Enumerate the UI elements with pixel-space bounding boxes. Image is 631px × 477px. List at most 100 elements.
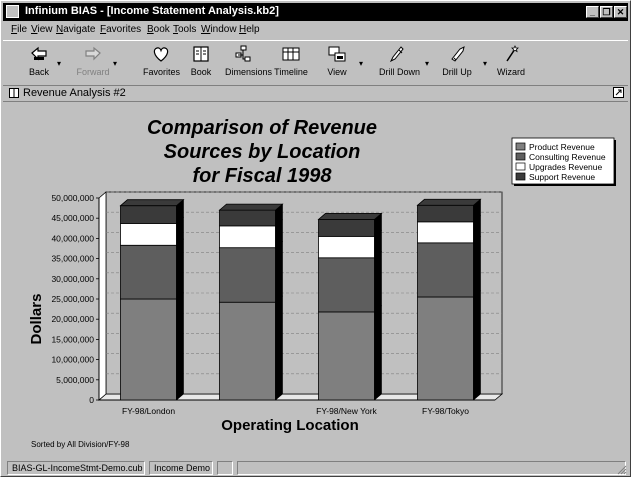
drill-down-icon [389, 46, 404, 63]
plot-area: 0 5,000,000 10,000,000 15,000,000 20,000,000… [51, 191, 504, 416]
wizard-icon [506, 45, 519, 62]
book-icon [193, 46, 209, 62]
legend-label: Support Revenue [529, 172, 595, 182]
forward-label: Forward [76, 67, 110, 77]
wizard-button[interactable]: Wizard [493, 45, 529, 77]
legend-swatch [515, 142, 526, 151]
forward-dropdown-arrow-icon[interactable]: ▾ [113, 59, 117, 68]
y-tick-label: 20,000,000 [51, 314, 94, 324]
bar-segment [120, 205, 177, 224]
timeline-icon [282, 47, 300, 61]
bar-segment-side [275, 241, 283, 303]
bar-segment-side [176, 292, 184, 401]
title-bar[interactable]: Infinium BIAS - [Income Statement Analys… [3, 3, 628, 21]
legend-label: Consulting Revenue [529, 152, 606, 162]
dimensions-icon [235, 45, 251, 62]
forward-button[interactable]: Forward ▾ [75, 45, 117, 77]
close-button[interactable]: ✕ [614, 6, 627, 18]
bar-segment [219, 301, 276, 401]
drill-up-label: Drill Up [442, 67, 472, 77]
app-icon[interactable] [6, 5, 19, 18]
dimensions-label: Dimensions [225, 67, 273, 77]
chart-area: Comparison of Revenue Sources by Locatio… [3, 102, 628, 458]
y-tick-label: 30,000,000 [51, 274, 94, 284]
menu-bar: File View Navigate Favorites Book Tools … [3, 22, 628, 39]
bar-segment-side [473, 290, 481, 401]
x-axis-label: Operating Location [221, 417, 359, 434]
view-icon [328, 46, 346, 62]
timeline-button[interactable]: Timeline [273, 45, 309, 77]
status-cube-name: BIAS-GL-IncomeStmt-Demo.cub [7, 461, 145, 475]
chart-title-line-3: for Fiscal 1998 [193, 165, 333, 187]
menu-navigate[interactable]: Navigate [56, 24, 95, 35]
bar-segment-side [374, 251, 382, 313]
drill-up-dropdown-arrow-icon[interactable]: ▾ [483, 59, 487, 68]
y-tick-label: 10,000,000 [51, 355, 94, 365]
y-tick-label: 50,000,000 [51, 193, 94, 203]
view-label: View [327, 67, 347, 77]
drill-down-button[interactable]: Drill Down ▾ [379, 45, 429, 77]
x-tick-label: FY-98/London [122, 406, 175, 416]
bar-top [218, 203, 284, 211]
bar-segment [318, 311, 375, 401]
legend-label: Product Revenue [529, 142, 595, 152]
y-tick-label: 5,000,000 [56, 375, 94, 385]
document-book-icon [9, 88, 19, 98]
drill-down-dropdown-arrow-icon[interactable]: ▾ [425, 59, 429, 68]
bar-segment-side [473, 236, 481, 298]
y-tick-label: 15,000,000 [51, 334, 94, 344]
status-message-panel [237, 461, 626, 475]
bar-segment [417, 204, 474, 223]
drill-up-icon [451, 46, 465, 62]
x-tick-label: FY-98/New York [316, 406, 377, 416]
bar-segment [219, 209, 276, 227]
bar-top [317, 213, 383, 220]
back-dropdown-arrow-icon[interactable]: ▾ [57, 59, 61, 68]
chart-title-line-2: Sources by Location [164, 141, 361, 163]
y-axis-label: Dollars [28, 294, 45, 345]
dimensions-button[interactable]: Dimensions [225, 45, 273, 77]
menu-favorites[interactable]: Favorites [100, 24, 141, 35]
heart-icon [153, 47, 169, 62]
menu-view[interactable]: View [31, 24, 53, 35]
legend-label: Upgrades Revenue [529, 162, 603, 172]
y-tick-label: 0 [89, 395, 94, 405]
y-tick-label: 40,000,000 [51, 233, 94, 243]
drill-down-label: Drill Down [379, 67, 421, 77]
menu-file[interactable]: File [11, 24, 27, 35]
x-tick-label: FY-98/Tokyo [422, 406, 469, 416]
favorites-button[interactable]: Favorites [143, 45, 180, 77]
menu-help[interactable]: Help [239, 24, 260, 35]
y-tick-label: 45,000,000 [51, 213, 94, 223]
book-button[interactable]: Book [183, 45, 219, 77]
view-button[interactable]: View ▾ [319, 45, 363, 77]
application-window: Infinium BIAS - [Income Statement Analys… [0, 0, 631, 477]
bar-segment-side [176, 238, 184, 300]
bar-segment-side [374, 305, 382, 401]
drill-up-button[interactable]: Drill Up ▾ [439, 45, 487, 77]
menu-book[interactable]: Book [147, 24, 170, 35]
bar-segment [318, 219, 375, 237]
wizard-label: Wizard [496, 67, 525, 77]
restore-button[interactable]: ❐ [600, 6, 613, 18]
bar-top [119, 199, 185, 207]
bar-segment [219, 225, 276, 249]
chart-title-line-1: Comparison of Revenue [147, 117, 377, 139]
revenue-chart: Comparison of Revenue Sources by Locatio… [28, 117, 616, 449]
document-title: Revenue Analysis #2 [23, 87, 126, 99]
back-label: Back [28, 67, 49, 77]
bar-segment [318, 235, 375, 259]
resize-grip-icon[interactable] [615, 463, 627, 475]
y-tick-label: 25,000,000 [51, 294, 94, 304]
menu-tools[interactable]: Tools [173, 24, 196, 35]
toolbar: Back ▾ Forward ▾ Favorites Book Dimensio… [3, 40, 628, 86]
pin-icon[interactable] [613, 87, 624, 98]
minimize-button[interactable]: _ [586, 6, 599, 18]
view-dropdown-arrow-icon[interactable]: ▾ [359, 59, 363, 68]
chart-legend: Product RevenueConsulting RevenueUpgrade… [511, 137, 616, 186]
status-empty-panel [217, 461, 233, 475]
back-arrow-icon [31, 46, 47, 61]
back-button[interactable]: Back ▾ [21, 45, 61, 77]
bar-segment [417, 296, 474, 401]
menu-window[interactable]: Window [201, 24, 237, 35]
